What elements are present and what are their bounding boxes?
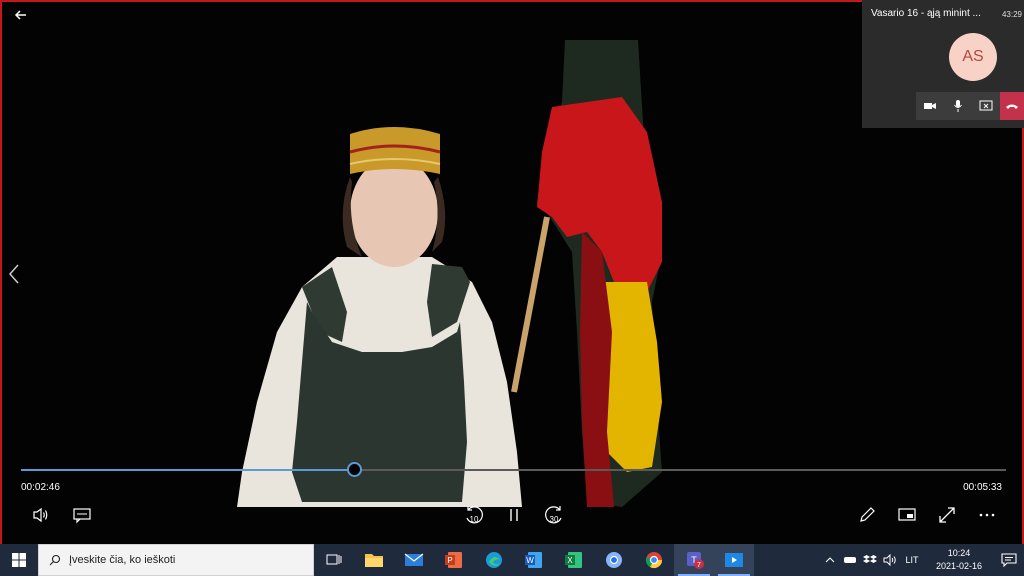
replay-10-button[interactable]: 10 [462,504,486,526]
search-icon [49,554,61,566]
mini-view-icon [898,508,916,521]
taskbar-edge[interactable] [474,544,514,576]
system-tray: LIT 10:24 2021-02-16 [820,544,1024,576]
task-view-button[interactable] [314,544,354,576]
current-time: 00:02:46 [21,482,60,493]
meeting-title: Vasario 16 - ąją minint ... [871,8,981,19]
pencil-icon [860,507,875,522]
pause-icon [510,509,518,521]
call-duration: 43:29 [1001,10,1022,19]
input-language[interactable]: LIT [900,555,924,565]
taskbar-chrome[interactable] [634,544,674,576]
teams-call-mini-window[interactable]: Vasario 16 - ąją minint ... 43:29 AS [862,0,1024,128]
taskbar-chrome-profile[interactable] [594,544,634,576]
word-icon: W [525,552,542,568]
notifications-button[interactable] [994,544,1024,576]
taskbar-mail[interactable] [394,544,434,576]
clock-date: 2021-02-16 [935,561,983,571]
total-duration: 00:05:33 [963,482,1002,493]
captions-icon [73,508,91,524]
svg-text:P: P [447,556,452,565]
call-controls [916,92,1024,120]
chrome-alt-icon [606,552,622,568]
taskbar-video-player[interactable] [714,544,754,576]
svg-text:X: X [567,556,573,565]
tray-app-icon[interactable] [840,544,860,576]
notification-icon [1001,553,1017,567]
start-button[interactable] [0,544,38,576]
volume-button[interactable] [29,504,53,526]
windows-taskbar: Įveskite čia, ko ieškoti P W X T7 LIT 10… [0,544,1024,576]
stop-share-icon [979,100,993,111]
hang-up-button[interactable] [1000,92,1024,120]
hang-up-icon [1006,104,1018,109]
taskbar-search-box[interactable]: Įveskite čia, ko ieškoti [38,544,314,576]
captions-button[interactable] [70,504,94,526]
edit-button[interactable] [855,504,879,526]
back-arrow-icon[interactable] [12,6,30,24]
svg-text:W: W [526,556,534,565]
search-placeholder: Įveskite čia, ko ieškoti [69,554,176,566]
camera-icon [924,103,936,109]
replay-icon: 10 [466,506,483,524]
show-hidden-icons-button[interactable] [820,544,840,576]
seek-bar[interactable] [21,462,1006,477]
clock-time: 10:24 [947,548,971,558]
task-view-icon [326,554,342,565]
chrome-icon [645,552,663,569]
seek-bar-thumb[interactable] [346,462,362,477]
taskbar-excel[interactable]: X [554,544,594,576]
excel-icon: X [565,552,582,568]
forward-seconds: 30 [550,515,559,524]
microphone-icon [954,100,962,112]
dropbox-tray-button[interactable] [860,544,880,576]
teams-badge: 7 [697,562,701,569]
share-screen-button[interactable] [972,92,1000,120]
mail-icon [404,553,424,566]
camera-button[interactable] [916,92,944,120]
replay-seconds: 10 [470,515,479,524]
clock[interactable]: 10:24 2021-02-16 [924,547,994,573]
teams-icon: T7 [687,552,704,569]
taskbar-word[interactable]: W [514,544,554,576]
more-options-button[interactable] [975,504,999,526]
seek-bar-progress [21,469,354,471]
pause-button[interactable] [502,504,526,526]
fullscreen-button[interactable] [935,504,959,526]
folder-icon [365,554,383,567]
chevron-up-icon [825,557,835,563]
expand-icon [939,507,955,523]
device-icon [844,557,856,563]
ellipsis-icon [979,513,995,517]
desktop: 00:02:46 00:05:33 10 30 Vasario 16 - ąją… [0,0,1024,576]
skip-30-button[interactable]: 30 [542,504,566,526]
edge-icon [486,552,502,568]
speaker-icon [883,554,896,566]
speaker-icon [33,507,48,523]
taskbar-powerpoint[interactable]: P [434,544,474,576]
volume-tray-button[interactable] [880,544,900,576]
windows-logo-icon [12,553,26,567]
mini-view-button[interactable] [895,504,919,526]
powerpoint-icon: P [445,552,462,568]
video-player-icon [725,553,743,567]
microphone-button[interactable] [944,92,972,120]
avatar: AS [949,33,997,81]
taskbar-file-explorer[interactable] [354,544,394,576]
dropbox-icon [863,555,877,563]
taskbar-teams[interactable]: T7 [674,544,714,576]
previous-chevron-icon[interactable] [6,262,22,286]
forward-icon: 30 [545,506,562,524]
